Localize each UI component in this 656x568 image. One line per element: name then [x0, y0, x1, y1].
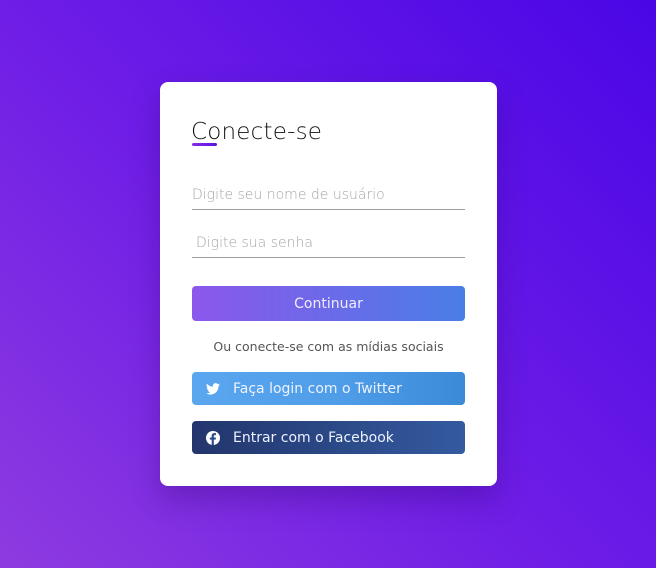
continue-button[interactable]: Continuar [192, 286, 465, 321]
twitter-login-button[interactable]: Faça login com o Twitter [192, 372, 465, 405]
username-input[interactable] [192, 181, 465, 209]
facebook-icon [206, 430, 220, 445]
title-underline [192, 143, 217, 146]
password-field [192, 229, 465, 258]
username-field [192, 181, 465, 210]
twitter-login-label: Faça login com o Twitter [233, 380, 402, 397]
twitter-icon [206, 382, 220, 396]
password-input[interactable] [192, 229, 465, 257]
facebook-login-button[interactable]: Entrar com o Facebook [192, 421, 465, 454]
facebook-login-label: Entrar com o Facebook [233, 429, 394, 446]
login-card: Conecte-se Continuar Ou conecte-se com a… [160, 82, 497, 486]
social-login-text: Ou conecte-se com as mídias sociais [213, 339, 444, 354]
